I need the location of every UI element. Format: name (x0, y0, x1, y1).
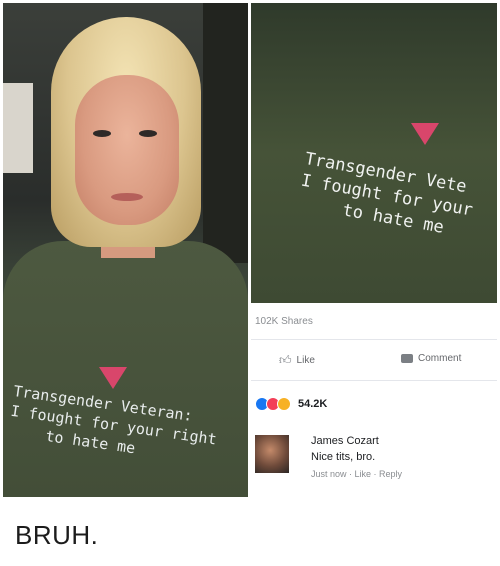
right-photo: Transgender Vete I fought for your to ha… (251, 3, 497, 303)
commenter-name[interactable]: James Cozart (311, 435, 379, 447)
background-pole (203, 3, 248, 263)
reaction-count: 54.2K (298, 398, 328, 410)
background-frame (3, 83, 33, 173)
right-eye (139, 130, 157, 137)
comment-button[interactable]: Comment (401, 353, 461, 364)
comment-meta[interactable]: Just now · Like · Reply (311, 469, 402, 479)
comment: James Cozart Nice tits, bro. Just now · … (255, 431, 495, 491)
haha-reaction-icon (277, 397, 291, 411)
like-button[interactable]: 👍︎ Like (279, 353, 315, 368)
right-shirt-text: Transgender Vete I fought for your to ha… (296, 148, 479, 243)
comment-text: Nice tits, bro. (311, 451, 376, 463)
comment-label: Comment (418, 353, 462, 364)
pink-triangle-icon (411, 123, 439, 145)
caption: BRUH. (15, 520, 99, 550)
lips (111, 193, 143, 201)
left-eye (93, 130, 111, 137)
comment-bubble-icon (401, 354, 413, 363)
action-bar: 👍︎ Like Comment (251, 339, 497, 381)
reactions-summary[interactable]: 54.2K (255, 397, 327, 411)
like-label: Like (296, 355, 315, 366)
shares-count[interactable]: 102K Shares (255, 316, 313, 327)
avatar[interactable] (255, 435, 289, 473)
face (75, 75, 179, 225)
left-photo: Transgender Veteran: I fought for your r… (3, 3, 248, 497)
facebook-post: Transgender Vete I fought for your to ha… (251, 3, 497, 497)
thumbs-up-icon: 👍︎ (279, 353, 292, 367)
pink-triangle-icon (99, 367, 127, 389)
